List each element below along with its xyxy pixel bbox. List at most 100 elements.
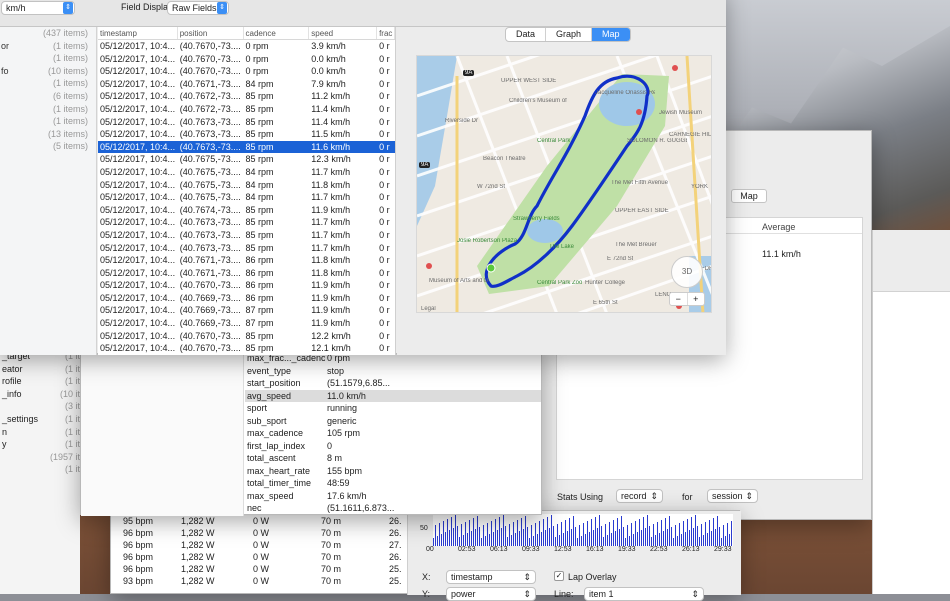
column-header-position[interactable]: position <box>178 27 244 39</box>
table-cell: 05/12/2017, 10:4... <box>100 129 176 140</box>
session-field-row[interactable]: avg_speed 11.0 km/h <box>245 389 541 402</box>
tab-data[interactable]: Data <box>506 28 547 41</box>
message-list-item[interactable]: (437 items) <box>0 27 96 40</box>
column-header-frac[interactable]: frac <box>377 27 396 39</box>
graph-bar <box>635 521 636 546</box>
column-header-cadence[interactable]: cadence <box>244 27 310 39</box>
table-cell: (40.7675,-73.... <box>179 166 241 177</box>
line-select[interactable]: item 1 ⇕ <box>584 587 704 601</box>
message-list-item[interactable]: (1 items) <box>0 77 96 90</box>
back-list-item[interactable]: (3 it <box>0 400 80 413</box>
table-row[interactable]: 96 bpm 1,282 W0 W 70 m 25. <box>111 563 411 575</box>
table-row[interactable]: 05/12/2017, 10:4... (40.7673,-73.... 85 rp… <box>98 140 395 154</box>
table-row[interactable]: 05/12/2017, 10:4... (40.7671,-73.... 86 rp… <box>98 267 395 280</box>
column-header-timestamp[interactable]: timestamp <box>98 27 178 39</box>
table-row[interactable]: 05/12/2017, 10:4... (40.7675,-73.... 84 rp… <box>98 179 395 192</box>
table-row[interactable]: 05/12/2017, 10:4... (40.7670,-73.... 85 rp… <box>98 330 395 343</box>
table-cell: (40.7675,-73.... <box>179 154 241 165</box>
message-list-item[interactable]: or (1 items) <box>0 40 96 53</box>
message-list-item[interactable]: (13 items) <box>0 128 96 141</box>
compass-3d-button[interactable]: 3D <box>671 256 703 288</box>
lap-overlay-checkbox[interactable]: ✓ <box>554 571 564 581</box>
table-row[interactable]: 05/12/2017, 10:4... (40.7669,-73.... 86 rp… <box>98 292 395 305</box>
tab-graph[interactable]: Graph <box>546 28 593 41</box>
table-row[interactable]: 05/12/2017, 10:4... (40.7670,-73.... 86 rp… <box>98 279 395 292</box>
back-list-item[interactable]: n (1 it <box>0 426 80 439</box>
table-row[interactable]: 05/12/2017, 10:4... (40.7672,-73.... 85 rp… <box>98 90 395 103</box>
table-row[interactable]: 05/12/2017, 10:4... (40.7669,-73.... 87 rp… <box>98 317 395 330</box>
table-row[interactable]: 93 bpm 1,282 W0 W 70 m 25. <box>111 575 411 587</box>
session-field-row[interactable]: total_ascent 8 m <box>245 452 541 465</box>
graph-bar <box>481 538 482 546</box>
session-field-row[interactable]: first_lap_index 0 <box>245 440 541 453</box>
message-list-item[interactable]: (1 items) <box>0 115 96 128</box>
message-list-item[interactable]: (1 items) <box>0 52 96 65</box>
table-row[interactable]: 05/12/2017, 10:4... (40.7673,-73.... 85 rp… <box>98 216 395 229</box>
table-row[interactable]: 05/12/2017, 10:4... (40.7669,-73.... 87 rp… <box>98 304 395 317</box>
table-row[interactable]: 05/12/2017, 10:4... (40.7673,-73.... 85 rp… <box>98 229 395 242</box>
back-list-item[interactable]: (1 it <box>0 463 80 476</box>
graph-bar <box>645 528 646 546</box>
zoom-out-button[interactable]: − <box>670 293 688 305</box>
back-list-item[interactable]: _info (10 it <box>0 388 80 401</box>
map-view[interactable]: UPPER WEST SIDE Children's Museum of Manh… <box>416 55 712 313</box>
session-field-row[interactable]: sub_sport generic <box>245 415 541 428</box>
graph-bar <box>485 536 486 546</box>
table-row[interactable]: 05/12/2017, 10:4... (40.7673,-73.... 85 rp… <box>98 116 395 129</box>
table-row[interactable]: 05/12/2017, 10:4... (40.7672,-73.... 85 rp… <box>98 103 395 116</box>
field-display-select[interactable]: Raw Fields ⇕ <box>167 1 229 15</box>
table-row[interactable]: 05/12/2017, 10:4... (40.7673,-73.... 85 rp… <box>98 242 395 255</box>
table-row[interactable]: 05/12/2017, 10:4... (40.7670,-73.... 0 rpm… <box>98 65 395 78</box>
table-cell: 0 r <box>379 154 390 165</box>
column-header-speed[interactable]: speed <box>309 27 378 39</box>
table-row[interactable]: 05/12/2017, 10:4... (40.7675,-73.... 84 rp… <box>98 191 395 204</box>
session-field-row[interactable]: max_cadence 105 rpm <box>245 427 541 440</box>
table-row[interactable]: 05/12/2017, 10:4... (40.7670,-73.... 0 rpm… <box>98 40 395 53</box>
map-label: Children's Museum of Manhattan <box>509 98 569 104</box>
table-row[interactable]: 05/12/2017, 10:4... (40.7670,-73.... 85 rp… <box>98 342 395 355</box>
table-row[interactable]: 96 bpm 1,282 W0 W 70 m 26. <box>111 527 411 539</box>
table-row[interactable]: 05/12/2017, 10:4... (40.7673,-73.... 85 rp… <box>98 128 395 141</box>
table-row[interactable]: 05/12/2017, 10:4... (40.7675,-73.... 85 rp… <box>98 153 395 166</box>
table-row[interactable]: 96 bpm 1,282 W0 W 70 m 27. <box>111 539 411 551</box>
stats-using-select[interactable]: record ⇕ <box>616 489 663 503</box>
session-field-row[interactable]: total_timer_time 48:59 <box>245 477 541 490</box>
unit-select[interactable]: km/h ⇕ <box>1 1 75 15</box>
table-row[interactable]: 95 bpm 1,282 W0 W 70 m 26. <box>111 515 411 527</box>
back-list-item[interactable]: rofile (1 it <box>0 375 80 388</box>
table-row[interactable]: 05/12/2017, 10:4... (40.7670,-73.... 0 rpm… <box>98 53 395 66</box>
session-field-row[interactable]: event_type stop <box>245 365 541 378</box>
x-axis-select[interactable]: timestamp ⇕ <box>446 570 536 584</box>
session-field-row[interactable]: max_heart_rate 155 bpm <box>245 465 541 478</box>
table-cell: 05/12/2017, 10:4... <box>100 103 176 114</box>
stats-for-select[interactable]: session ⇕ <box>707 489 758 503</box>
message-list-item[interactable]: (5 items) <box>0 140 96 153</box>
table-cell: 0 r <box>379 204 390 215</box>
session-field-row[interactable]: sport running <box>245 402 541 415</box>
table-row[interactable]: 96 bpm 1,282 W0 W 70 m 26. <box>111 551 411 563</box>
session-field-row[interactable]: max_speed 17.6 km/h <box>245 490 541 503</box>
table-row[interactable]: 05/12/2017, 10:4... (40.7671,-73.... 86 rp… <box>98 254 395 267</box>
back-list-item[interactable]: y (1 it <box>0 438 80 451</box>
table-cell: 70 m <box>321 552 342 562</box>
table-row[interactable]: 05/12/2017, 10:4... (40.7674,-73.... 85 rp… <box>98 204 395 217</box>
message-list-item[interactable]: (6 items) <box>0 90 96 103</box>
table-row[interactable]: 05/12/2017, 10:4... (40.7671,-73.... 84 rp… <box>98 78 395 91</box>
session-field-row[interactable]: nec (51.1611,6.873... <box>245 502 541 515</box>
updown-icon: ⇕ <box>523 589 531 599</box>
back-list-item[interactable]: _settings (1 it <box>0 413 80 426</box>
field-value: (51.1611,6.873... <box>327 503 395 513</box>
message-list-item[interactable]: (1 items) <box>0 103 96 116</box>
table-row[interactable]: 05/12/2017, 10:4... (40.7675,-73.... 84 rp… <box>98 166 395 179</box>
back-list-item[interactable]: (1957 it <box>0 451 80 464</box>
message-list-item[interactable]: fo (10 items) <box>0 65 96 78</box>
tab-map[interactable]: Map <box>592 28 630 41</box>
tab-map-back[interactable]: Map <box>731 189 767 203</box>
zoom-in-button[interactable]: + <box>688 293 705 305</box>
graph-bar <box>623 527 624 546</box>
session-field-row[interactable]: start_position (51.1579,6.85... <box>245 377 541 390</box>
table-cell: 12.2 km/h <box>311 330 351 341</box>
y-axis-select[interactable]: power ⇕ <box>446 587 536 601</box>
back-list-item[interactable]: eator (1 it <box>0 363 80 376</box>
table-cell: 05/12/2017, 10:4... <box>100 204 176 215</box>
